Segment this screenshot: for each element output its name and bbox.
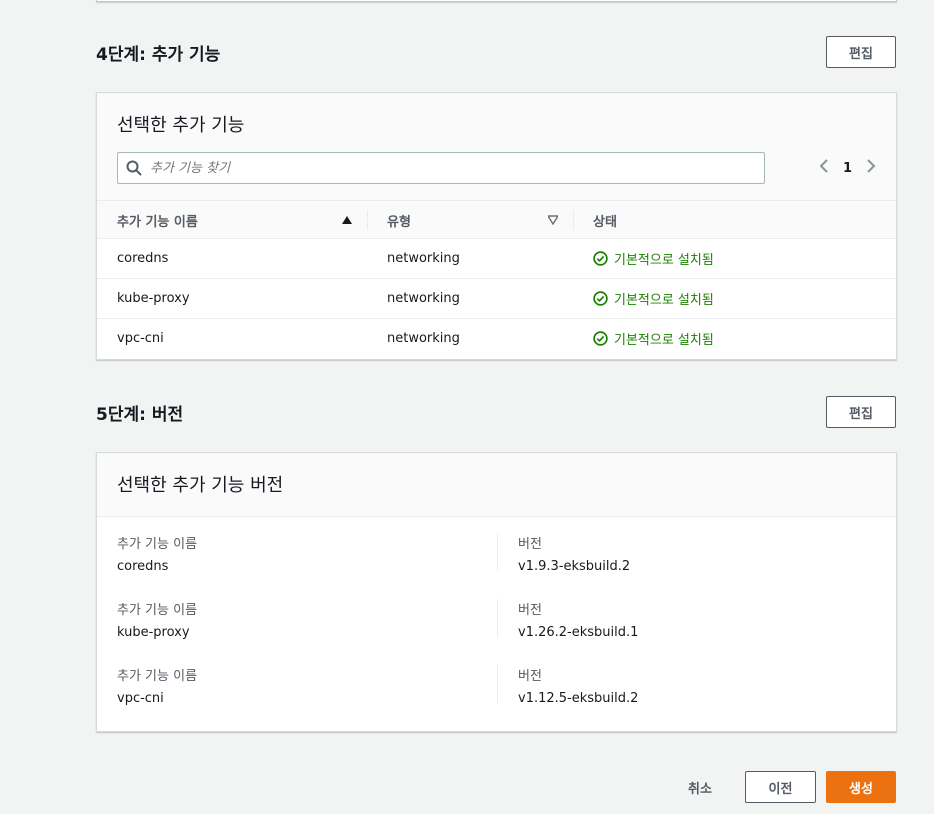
page-number[interactable]: 1 xyxy=(843,161,852,176)
addon-type-cell: networking xyxy=(387,331,460,346)
addon-name-label: 추가 기능 이름 xyxy=(117,603,198,618)
addon-name-value: coredns xyxy=(117,559,169,574)
addon-status-cell: 기본적으로 설치됨 xyxy=(593,319,714,358)
previous-button[interactable]: 이전 xyxy=(745,771,816,803)
version-label: 버전 xyxy=(518,603,542,618)
table-row: vpc-cni networking 기본적으로 설치됨 xyxy=(97,319,896,359)
version-field: 버전 v1.9.3-eksbuild.2 xyxy=(518,533,630,574)
addon-type-cell: networking xyxy=(387,291,460,306)
column-divider xyxy=(497,665,498,703)
table-row: kube-proxy networking 기본적으로 설치됨 xyxy=(97,279,896,319)
addon-name-value: vpc-cni xyxy=(117,691,164,706)
cancel-button[interactable]: 취소 xyxy=(665,771,735,803)
column-header-status: 상태 xyxy=(593,201,793,239)
addon-name-field: 추가 기능 이름 vpc-cni xyxy=(117,665,197,706)
version-value: v1.26.2-eksbuild.1 xyxy=(518,625,639,640)
column-name-label: 추가 기능 이름 xyxy=(117,214,198,230)
step5-edit-button[interactable]: 편집 xyxy=(826,396,896,428)
versions-card-title: 선택한 추가 기능 버전 xyxy=(117,475,284,496)
next-page-icon[interactable] xyxy=(866,158,876,178)
status-text: 기본적으로 설치됨 xyxy=(614,253,714,268)
version-row: 추가 기능 이름 kube-proxy 버전 v1.26.2-eksbuild.… xyxy=(97,583,896,649)
version-value: v1.9.3-eksbuild.2 xyxy=(518,559,631,574)
versions-card: 선택한 추가 기능 버전 추가 기능 이름 coredns 버전 v1.9.3-… xyxy=(96,452,897,732)
addon-name-cell: coredns xyxy=(117,251,169,266)
column-status-label: 상태 xyxy=(593,214,617,230)
version-label: 버전 xyxy=(518,669,542,684)
version-row: 추가 기능 이름 vpc-cni 버전 v1.12.5-eksbuild.2 xyxy=(97,649,896,715)
column-divider xyxy=(573,210,574,230)
addons-table: 추가 기능 이름 유형 상태 coredns networking 기본적으로 … xyxy=(97,200,896,359)
column-divider xyxy=(497,533,498,571)
version-field: 버전 v1.12.5-eksbuild.2 xyxy=(518,665,638,706)
check-circle-icon xyxy=(593,291,608,306)
column-header-name[interactable]: 추가 기능 이름 xyxy=(117,201,357,239)
column-divider xyxy=(497,599,498,637)
addons-card-title: 선택한 추가 기능 xyxy=(117,115,245,136)
previous-step-card-edge xyxy=(96,0,897,2)
column-header-type[interactable]: 유형 xyxy=(387,201,567,239)
wizard-footer: 취소 이전 생성 xyxy=(665,771,896,803)
versions-list: 추가 기능 이름 coredns 버전 v1.9.3-eksbuild.2 추가… xyxy=(97,517,896,715)
addon-name-label: 추가 기능 이름 xyxy=(117,537,198,552)
addon-status-cell: 기본적으로 설치됨 xyxy=(593,239,714,278)
version-field: 버전 v1.26.2-eksbuild.1 xyxy=(518,599,638,640)
addon-name-field: 추가 기능 이름 kube-proxy xyxy=(117,599,197,640)
status-text: 기본적으로 설치됨 xyxy=(614,333,714,348)
column-type-label: 유형 xyxy=(387,214,411,230)
version-row: 추가 기능 이름 coredns 버전 v1.9.3-eksbuild.2 xyxy=(97,517,896,583)
prev-page-icon[interactable] xyxy=(819,158,829,178)
step4-edit-button[interactable]: 편집 xyxy=(826,36,896,68)
addon-name-field: 추가 기능 이름 coredns xyxy=(117,533,197,574)
addon-search-box[interactable] xyxy=(117,152,765,184)
addon-name-cell: vpc-cni xyxy=(117,331,164,346)
step5-header: 5단계: 버전 편집 xyxy=(96,396,896,430)
status-text: 기본적으로 설치됨 xyxy=(614,293,714,308)
column-divider xyxy=(367,210,368,230)
step5-title: 5단계: 버전 xyxy=(96,405,184,425)
table-header: 추가 기능 이름 유형 상태 xyxy=(97,200,896,239)
search-icon xyxy=(126,160,142,176)
step4-header: 4단계: 추가 기능 편집 xyxy=(96,36,896,70)
pagination: 1 xyxy=(819,155,876,181)
table-row: coredns networking 기본적으로 설치됨 xyxy=(97,239,896,279)
addon-name-cell: kube-proxy xyxy=(117,291,190,306)
version-value: v1.12.5-eksbuild.2 xyxy=(518,691,639,706)
sort-ascending-icon xyxy=(342,216,352,224)
create-button[interactable]: 생성 xyxy=(826,771,896,803)
check-circle-icon xyxy=(593,331,608,346)
check-circle-icon xyxy=(593,251,608,266)
addon-name-value: kube-proxy xyxy=(117,625,190,640)
addon-status-cell: 기본적으로 설치됨 xyxy=(593,279,714,318)
sort-icon xyxy=(548,215,558,225)
version-label: 버전 xyxy=(518,537,542,552)
addons-card: 선택한 추가 기능 1 추가 기능 이름 유형 xyxy=(96,92,897,360)
addon-search-input[interactable] xyxy=(150,160,750,176)
addon-type-cell: networking xyxy=(387,251,460,266)
addon-name-label: 추가 기능 이름 xyxy=(117,669,198,684)
step4-title: 4단계: 추가 기능 xyxy=(96,45,221,65)
